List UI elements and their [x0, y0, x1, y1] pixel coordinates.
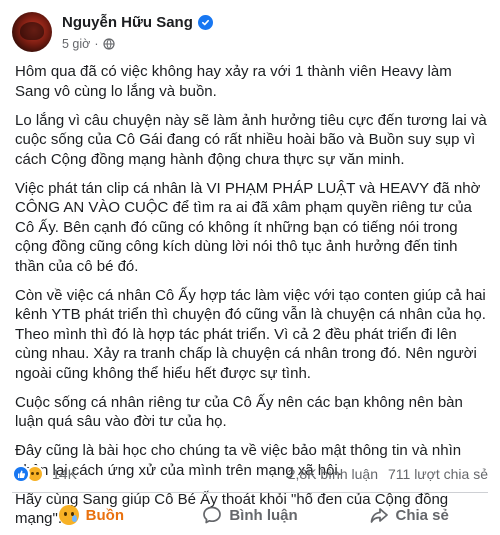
sad-face-icon: [58, 505, 79, 525]
share-count[interactable]: 711 lượt chia sẻ: [388, 466, 488, 482]
facebook-post: Nguyễn Hữu Sang 5 giờ · Hôm qua đã có vi…: [0, 0, 500, 535]
reaction-count[interactable]: 14K: [52, 466, 77, 482]
post-meta: 5 giờ ·: [62, 37, 115, 51]
like-icon: [12, 465, 30, 483]
share-icon: [370, 508, 388, 523]
react-label: Buồn: [85, 506, 124, 524]
author-name[interactable]: Nguyễn Hữu Sang: [62, 14, 193, 31]
react-button[interactable]: Buồn: [12, 497, 171, 533]
post-paragraph: Việc phát tán clip cá nhân là VI PHẠM PH…: [15, 179, 481, 275]
globe-icon[interactable]: [102, 38, 115, 50]
meta-separator: ·: [94, 37, 99, 51]
share-label: Chia sẻ: [395, 506, 449, 524]
post-paragraph: Lo lắng vì câu chuyện này sẽ làm ảnh hưở…: [15, 111, 487, 168]
engagement-counts: 2,8K bình luận 711 lượt chia sẻ: [288, 466, 488, 482]
divider: [12, 492, 488, 493]
comment-label: Bình luận: [229, 506, 298, 524]
reaction-icons[interactable]: [12, 465, 44, 483]
author-row: Nguyễn Hữu Sang: [62, 14, 213, 31]
comment-button[interactable]: Bình luận: [171, 497, 330, 533]
post-paragraph: Cuộc sống cá nhân riêng tư của Cô Ấy nên…: [15, 393, 463, 431]
comment-icon: [203, 506, 222, 524]
reactions-summary: 14K 2,8K bình luận 711 lượt chia sẻ: [12, 461, 488, 487]
post-paragraph: Hôm qua đã có việc không hay xảy ra với …: [15, 63, 452, 100]
action-bar: Buồn Bình luận Chia sẻ: [12, 497, 488, 533]
avatar[interactable]: [12, 12, 52, 52]
post-time[interactable]: 5 giờ: [62, 37, 90, 51]
comment-count[interactable]: 2,8K bình luận: [288, 466, 378, 482]
post-paragraph: Còn về việc cá nhân Cô Ấy hợp tác làm vi…: [15, 286, 486, 382]
share-button[interactable]: Chia sẻ: [329, 497, 488, 533]
post-header: Nguyễn Hữu Sang 5 giờ ·: [12, 8, 482, 56]
verified-badge-icon: [197, 15, 213, 30]
